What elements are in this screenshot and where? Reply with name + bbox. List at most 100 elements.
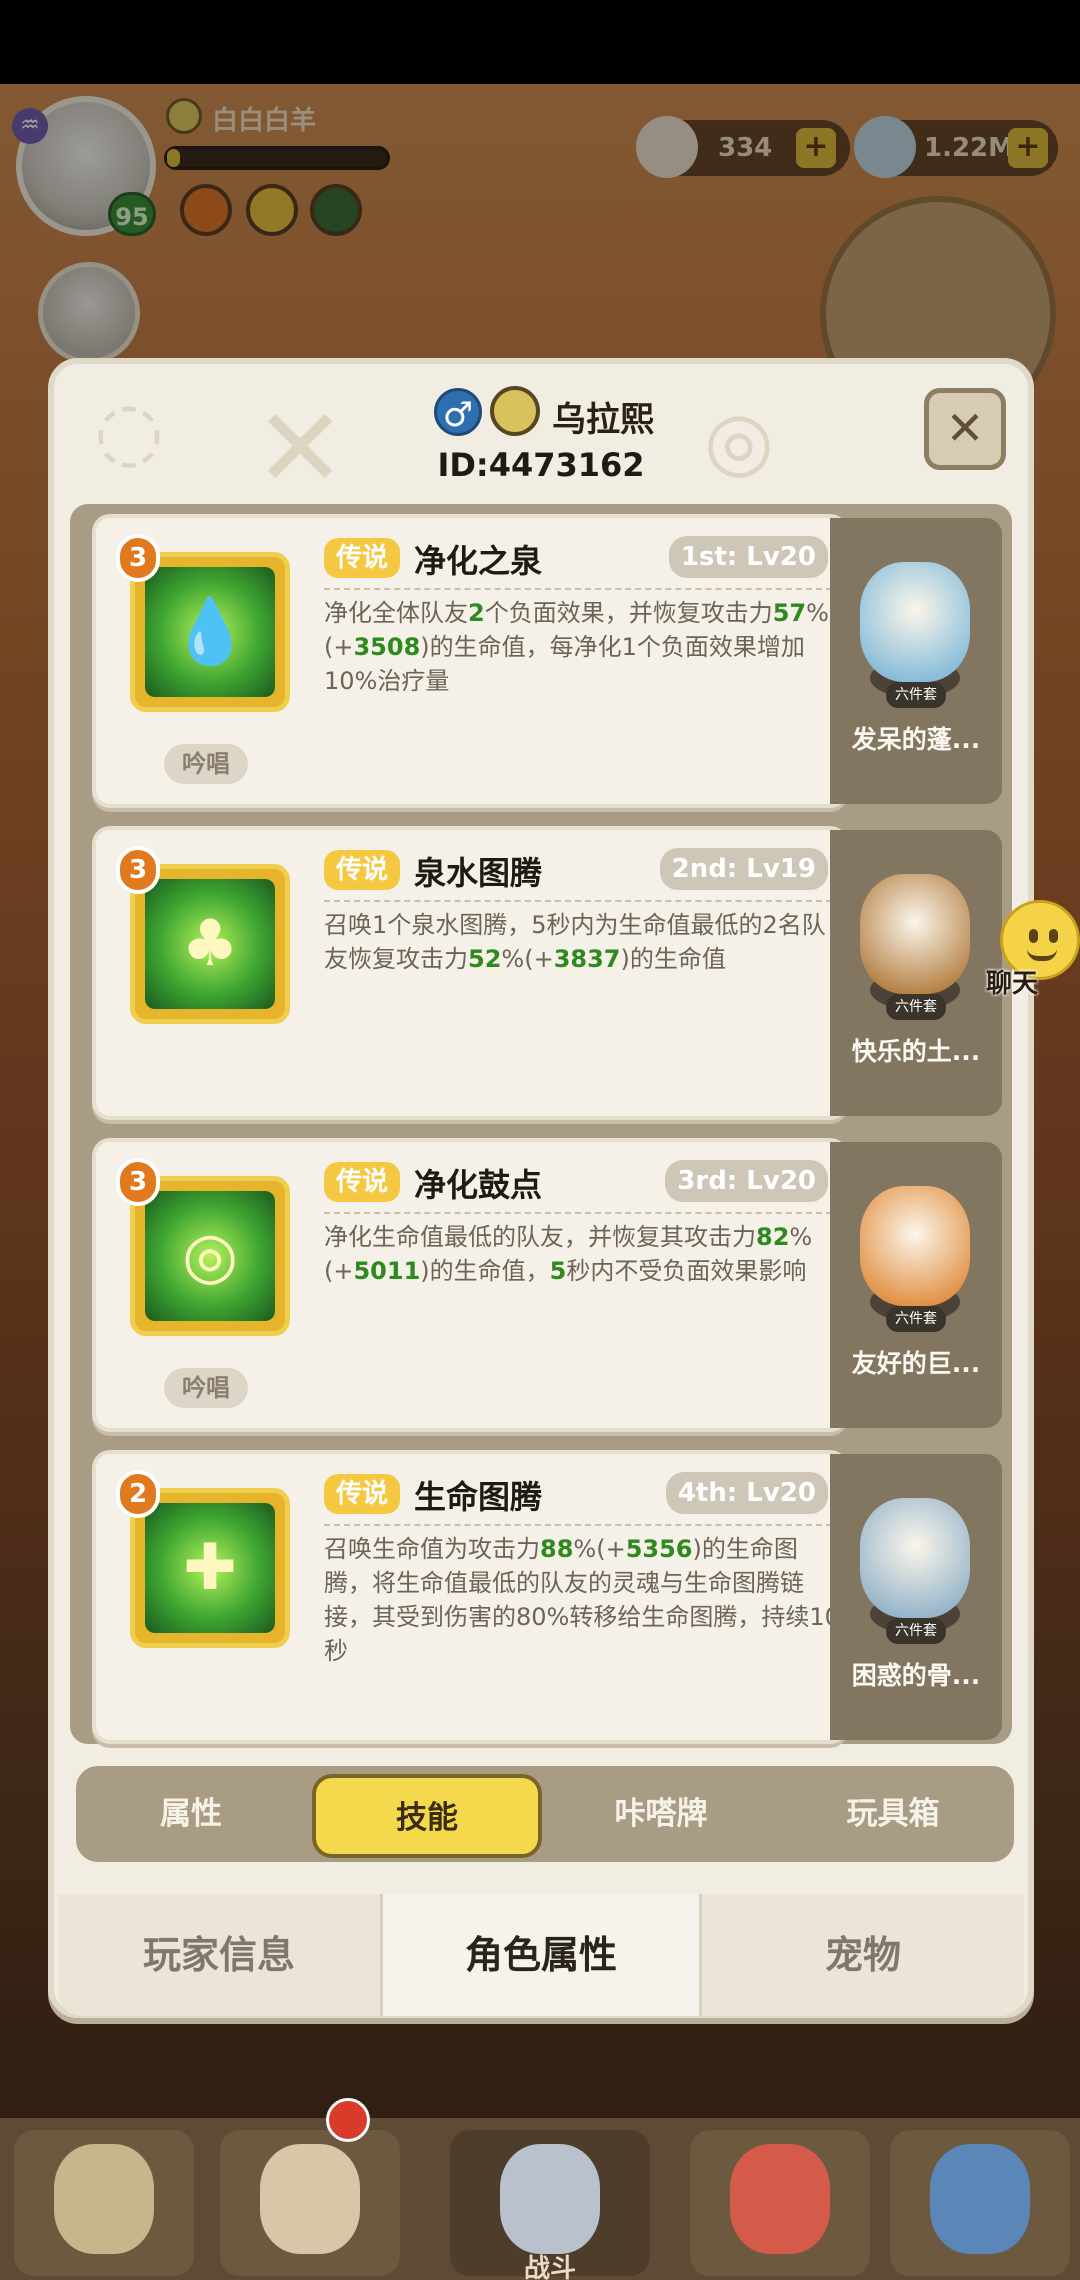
desc-text: 2 [468, 599, 485, 627]
pet-card[interactable]: 六件套 发呆的蓬... [830, 518, 1002, 804]
life-totem-icon: ✚ [130, 1488, 290, 1648]
player-info-modal: ◌ ✕ ◎ ♂ 乌拉熙 ID:4473162 ✕ 💧 3 传说 净化之泉 1st: Lv… [48, 358, 1034, 2018]
desc-text: 52 [468, 945, 502, 973]
status-bar [0, 0, 1080, 84]
desc-text: 召唤生命值为攻击力 [324, 1535, 540, 1563]
skill-name: 净化之泉 [414, 542, 543, 580]
pet-name: 友好的巨... [851, 1349, 981, 1378]
chant-tag: 吟唱 [164, 744, 248, 784]
close-button[interactable]: ✕ [924, 388, 1006, 470]
tab-character-stats[interactable]: 角色属性 [380, 1894, 702, 2016]
skill-rank-badge: 3 [116, 1158, 160, 1206]
skill-glyph: ✚ [183, 1531, 237, 1605]
skills-panel: 💧 3 传说 净化之泉 1st: Lv20 净化全体队友2个负面效果，并恢复攻击力57%(… [70, 504, 1012, 1744]
skill-icon-art: ◎ [145, 1191, 275, 1321]
rarity-badge: 传说 [324, 1162, 401, 1202]
skill-name: 净化鼓点 [414, 1166, 543, 1204]
pet-set-badge: 六件套 [886, 1618, 946, 1644]
chat-mouth [1027, 949, 1057, 961]
desc-text: 5011 [353, 1257, 421, 1285]
rarity-badge: 传说 [324, 538, 401, 578]
skill-icon-art: ♣ [145, 879, 275, 1009]
desc-text: 净化全体队友 [324, 599, 468, 627]
desc-text: 秒内不受负面效果影响 [566, 1257, 807, 1285]
pet-icon [730, 2144, 830, 2254]
skill-glyph: 💧 [170, 595, 250, 669]
skill-description: 召唤1个泉水图腾，5秒内为生命值最低的2名队友恢复攻击力52%(+3837)的生… [324, 908, 842, 976]
desc-text: 5356 [625, 1535, 693, 1563]
pet-card[interactable]: 六件套 友好的巨... [830, 1142, 1002, 1428]
skill-glyph: ◎ [182, 1219, 238, 1293]
skill-level-badge: 4th: Lv20 [665, 1472, 828, 1514]
chant-tag: 吟唱 [164, 1368, 248, 1408]
chat-eye-right [1049, 929, 1058, 943]
pet-name: 困惑的骨... [851, 1661, 981, 1690]
nav-item-battle[interactable]: 战斗 [450, 2130, 650, 2280]
subtab-toybox[interactable]: 玩具箱 [778, 1766, 1008, 1862]
nav-item-home[interactable] [14, 2130, 194, 2276]
skill-level-badge: 1st: Lv20 [668, 536, 828, 578]
chat-eye-left [1029, 929, 1038, 943]
pet-card[interactable]: 六件套 快乐的土... [830, 830, 1002, 1116]
rarity-badge: 传说 [324, 850, 401, 890]
rarity-badge: 传说 [324, 1474, 401, 1514]
bottom-tabs: 玩家信息 角色属性 宠物 [58, 1894, 1024, 2016]
desc-text: )的生命值 [620, 945, 726, 973]
skill-card[interactable]: ◎ 3 传说 净化鼓点 3rd: Lv20 净化生命值最低的队友，并恢复其攻击力82%(+… [92, 1138, 848, 1432]
smile-icon [490, 386, 540, 436]
chat-label[interactable]: 聊天 [986, 963, 1038, 1000]
pet-figure-icon [860, 562, 970, 682]
pet-figure-icon [860, 1498, 970, 1618]
pet-name: 快乐的土... [851, 1037, 981, 1066]
desc-text: 88 [540, 1535, 574, 1563]
nav-item-hero[interactable] [220, 2130, 400, 2276]
pet-figure-icon [860, 874, 970, 994]
desc-text: %(+ [501, 945, 554, 973]
pet-set-badge: 六件套 [886, 1306, 946, 1332]
skill-card[interactable]: ♣ 3 传说 泉水图腾 2nd: Lv19 召唤1个泉水图腾，5秒内为生命值最低的2名队友… [92, 826, 848, 1120]
subtab-skills[interactable]: 技能 [312, 1774, 542, 1858]
nav-item-shop[interactable] [890, 2130, 1070, 2276]
hero-icon [260, 2144, 360, 2254]
skill-description: 召唤生命值为攻击力88%(+5356)的生命图腾，将生命值最低的队友的灵魂与生命… [324, 1532, 842, 1668]
pet-card[interactable]: 六件套 困惑的骨... [830, 1454, 1002, 1740]
subtab-cards[interactable]: 咔嗒牌 [546, 1766, 776, 1862]
desc-text: 3837 [553, 945, 621, 973]
desc-text: 个负面效果，并恢复攻击力 [484, 599, 773, 627]
pet-name: 发呆的蓬... [851, 725, 981, 754]
desc-text: 57 [772, 599, 807, 627]
divider [324, 1212, 832, 1214]
bottom-nav: 战斗 [0, 2118, 1080, 2280]
pet-set-badge: 六件套 [886, 994, 946, 1020]
skill-level-badge: 2nd: Lv19 [659, 848, 828, 890]
skill-name: 生命图腾 [414, 1478, 543, 1516]
divider [324, 900, 832, 902]
desc-text: 5 [549, 1257, 567, 1285]
pet-set-badge: 六件套 [886, 682, 946, 708]
pet-figure-icon [860, 1186, 970, 1306]
skill-description: 净化生命值最低的队友，并恢复其攻击力82%(+5011)的生命值，5秒内不受负面… [324, 1220, 842, 1288]
male-icon: ♂ [434, 388, 482, 436]
desc-text: %(+ [573, 1535, 626, 1563]
totem-icon: ♣ [130, 864, 290, 1024]
spring-drop-icon: 💧 [130, 552, 290, 712]
skill-rank-badge: 3 [116, 846, 160, 894]
skill-card[interactable]: 💧 3 传说 净化之泉 1st: Lv20 净化全体队友2个负面效果，并恢复攻击力57%(… [92, 514, 848, 808]
skill-icon-art: 💧 [145, 567, 275, 697]
skill-rank-badge: 2 [116, 1470, 160, 1518]
skill-level-badge: 3rd: Lv20 [665, 1160, 828, 1202]
tab-pets[interactable]: 宠物 [702, 1894, 1024, 2016]
subtab-attributes[interactable]: 属性 [76, 1766, 306, 1862]
battle-label: 战斗 [523, 2254, 576, 2280]
skill-glyph: ♣ [181, 907, 239, 981]
sword-icon [500, 2144, 600, 2254]
nav-item-pets[interactable] [690, 2130, 870, 2276]
skill-icon-art: ✚ [145, 1503, 275, 1633]
skill-card[interactable]: ✚ 2 传说 生命图腾 4th: Lv20 召唤生命值为攻击力88%(+5356)的生命图… [92, 1450, 848, 1744]
shop-icon [930, 2144, 1030, 2254]
divider [324, 1524, 832, 1526]
tab-player-info[interactable]: 玩家信息 [58, 1894, 380, 2016]
player-id: ID:4473162 [437, 446, 645, 484]
desc-text: )的生命值， [420, 1257, 550, 1285]
desc-text: 净化生命值最低的队友，并恢复其攻击力 [324, 1223, 756, 1251]
